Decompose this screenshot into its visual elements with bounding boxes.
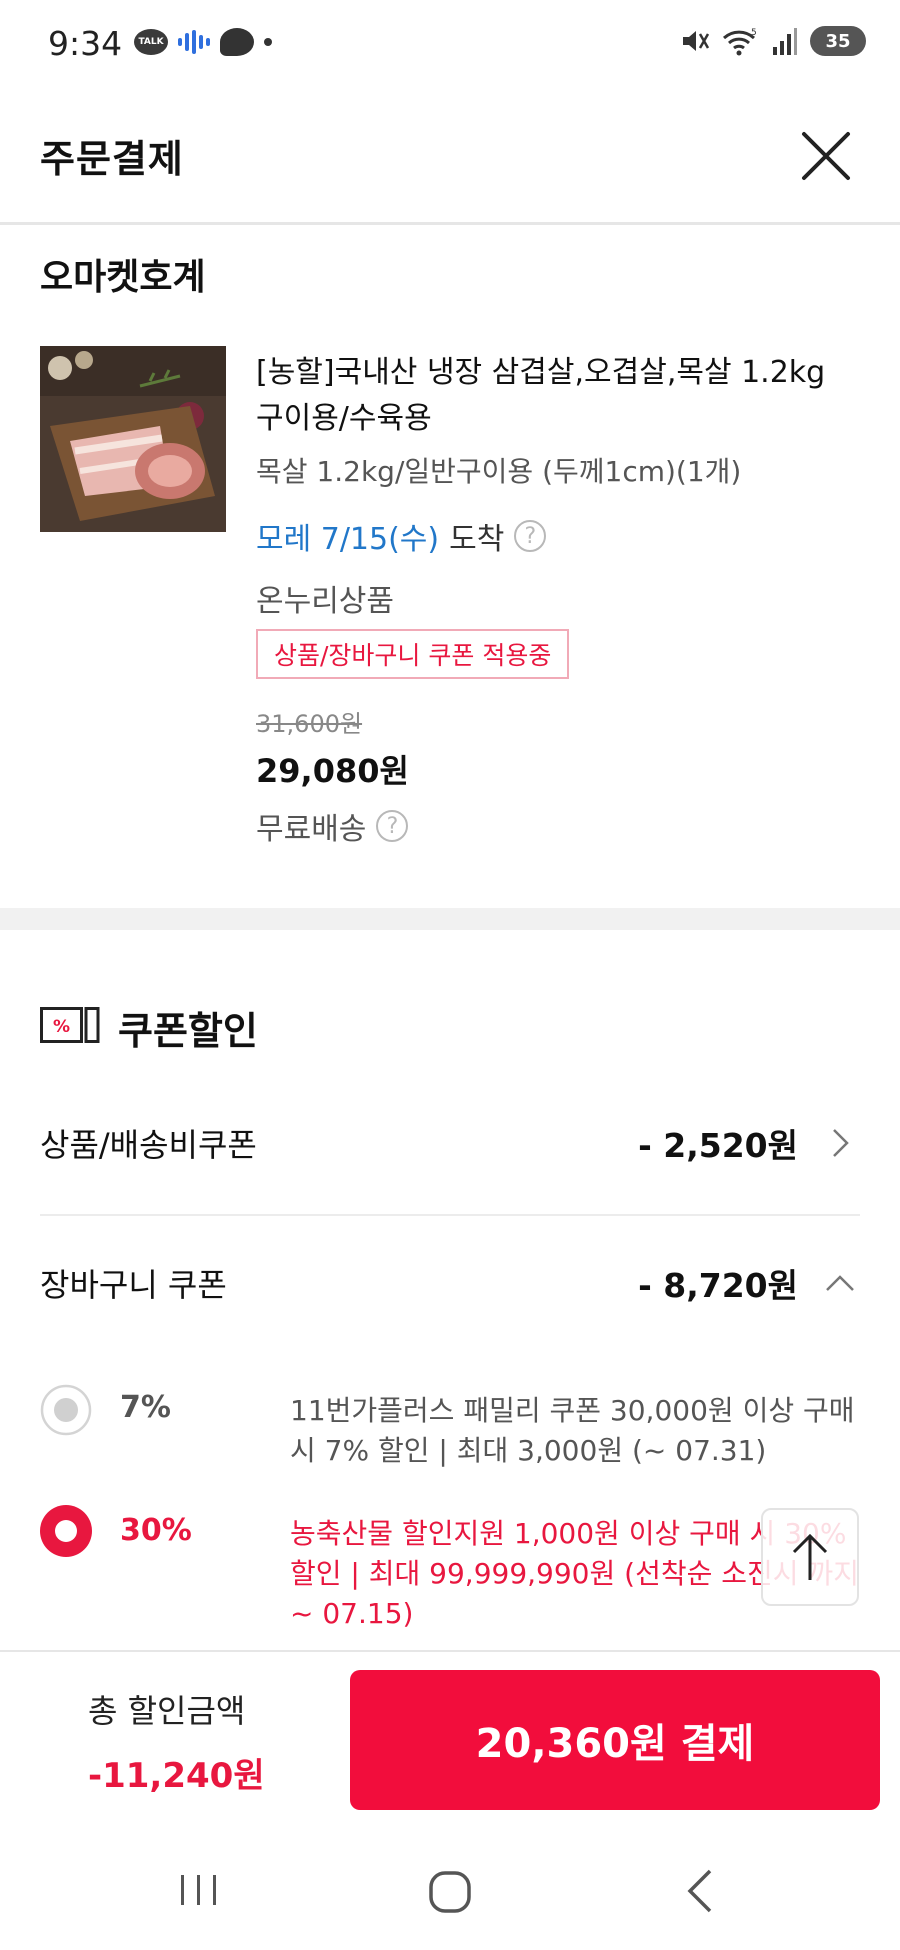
- coupon-applied-badge: 상품/장바구니 쿠폰 적용중: [256, 629, 570, 679]
- original-price: 31,600원: [256, 710, 363, 738]
- mute-icon: [683, 31, 710, 51]
- product-title[interactable]: [농할]국내산 냉장 삼겹살,오겹살,목살 1.2kg 구이용/수육용: [256, 350, 856, 442]
- product-coupon-row[interactable]: 상품/배송비쿠폰 - 2,520원: [40, 1113, 860, 1173]
- product-coupon-label: 상품/배송비쿠폰: [40, 1126, 257, 1164]
- kakaotalk-icon: TALK: [134, 29, 168, 55]
- notification-icons: TALK: [134, 28, 272, 56]
- delivery-date: 모레 7/15(수): [256, 522, 440, 557]
- total-discount-amount: -11,240원: [88, 1756, 265, 1796]
- chevron-right-icon: [820, 1123, 860, 1163]
- product-coupon-amount: - 2,520원: [638, 1126, 798, 1165]
- sale-price: 29,080원: [256, 752, 409, 790]
- signal-icon: [773, 28, 797, 55]
- nav-recent-icon[interactable]: [178, 1873, 220, 1907]
- chevron-up-icon: [820, 1263, 860, 1303]
- shipping-info: 무료배송 ?: [256, 804, 409, 848]
- shipping-help-icon[interactable]: ?: [376, 810, 409, 842]
- status-time: 9:34: [48, 24, 123, 63]
- nav-home-icon[interactable]: [428, 1870, 472, 1914]
- more-notifications-dot-icon: [264, 38, 272, 46]
- coupon-row-divider: [40, 1214, 860, 1216]
- cart-coupon-label: 장바구니 쿠폰: [40, 1266, 227, 1304]
- nav-back-icon[interactable]: [685, 1868, 715, 1914]
- coupon-7pct-radio[interactable]: [40, 1384, 92, 1436]
- wifi-icon: 5: [722, 28, 757, 56]
- header-divider: [0, 222, 900, 225]
- delivery-help-icon[interactable]: ?: [514, 520, 547, 552]
- coupon-30pct-radio[interactable]: [40, 1505, 92, 1557]
- product-option: 목살 1.2kg/일반구이용 (두께1cm)(1개): [256, 455, 742, 488]
- chat-icon: [220, 28, 254, 56]
- coupon-icon: %: [40, 1007, 100, 1043]
- seller-name: 오마켓호계: [40, 257, 206, 298]
- arrow-up-icon: [792, 1533, 828, 1580]
- shipping-label: 무료배송: [256, 812, 367, 847]
- cart-coupon-row[interactable]: 장바구니 쿠폰 - 8,720원: [40, 1253, 860, 1313]
- system-status-icons: 5 35: [680, 26, 866, 56]
- coupon-30pct-value: 30%: [120, 1513, 192, 1548]
- battery-icon: 35: [810, 26, 866, 56]
- pay-button[interactable]: 20,360원 결제: [350, 1670, 880, 1810]
- coupon-section-title: 쿠폰할인: [118, 1009, 258, 1053]
- svg-text:%: %: [53, 1017, 70, 1037]
- coupon-7pct-value: 7%: [120, 1390, 171, 1425]
- onnuri-label: 온누리상품: [256, 584, 394, 619]
- voice-recorder-icon: [178, 29, 210, 55]
- total-discount-label: 총 할인금액: [88, 1692, 246, 1730]
- product-image: [40, 346, 226, 532]
- delivery-label: 도착: [449, 522, 505, 557]
- section-divider: [0, 908, 900, 930]
- cart-coupon-amount: - 8,720원: [638, 1266, 798, 1305]
- close-icon[interactable]: [798, 128, 854, 184]
- svg-text:5: 5: [751, 28, 757, 38]
- scroll-top-button[interactable]: [761, 1508, 859, 1606]
- page-title: 주문결제: [40, 137, 184, 181]
- coupon-7pct-description: 11번가플러스 패밀리 쿠폰 30,000원 이상 구매 시 7% 할인 | 최…: [290, 1394, 855, 1467]
- delivery-info: 모레 7/15(수) 도착 ?: [256, 514, 547, 558]
